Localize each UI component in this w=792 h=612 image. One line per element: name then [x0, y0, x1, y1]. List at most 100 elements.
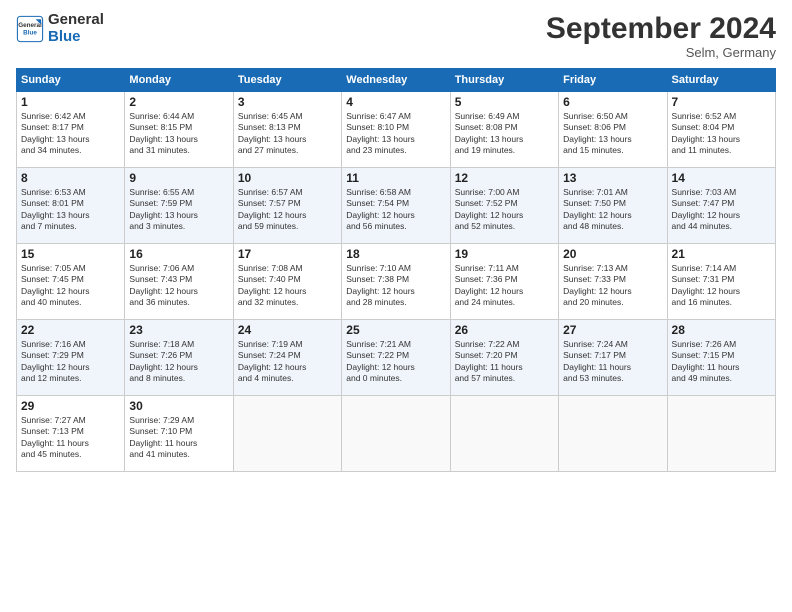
day-number: 28	[672, 323, 771, 337]
day-info: Sunrise: 6:53 AMSunset: 8:01 PMDaylight:…	[21, 187, 120, 233]
calendar-cell: 29 Sunrise: 7:27 AMSunset: 7:13 PMDayligh…	[17, 396, 125, 472]
day-number: 25	[346, 323, 445, 337]
calendar-cell: 8 Sunrise: 6:53 AMSunset: 8:01 PMDaylight…	[17, 168, 125, 244]
day-header-friday: Friday	[559, 69, 667, 92]
location: Selm, Germany	[546, 45, 776, 60]
calendar-cell: 12Sunrise: 7:00 AMSunset: 7:52 PMDayligh…	[450, 168, 558, 244]
day-info: Sunrise: 7:24 AMSunset: 7:17 PMDaylight:…	[563, 339, 662, 385]
day-number: 10	[238, 171, 337, 185]
day-info: Sunrise: 6:50 AMSunset: 8:06 PMDaylight:…	[563, 111, 662, 157]
calendar-cell: 1 Sunrise: 6:42 AMSunset: 8:17 PMDaylight…	[17, 92, 125, 168]
day-info: Sunrise: 6:44 AMSunset: 8:15 PMDaylight:…	[129, 111, 228, 157]
calendar-cell: 13 Sunrise: 7:01 AMSunset: 7:50 PMDayligh…	[559, 168, 667, 244]
day-number: 7	[672, 95, 771, 109]
calendar-cell: 21 Sunrise: 7:14 AMSunset: 7:31 PMDayligh…	[667, 244, 775, 320]
day-info: Sunrise: 7:18 AMSunset: 7:26 PMDaylight:…	[129, 339, 228, 385]
calendar-cell: 22Sunrise: 7:16 AMSunset: 7:29 PMDayligh…	[17, 320, 125, 396]
day-info: Sunrise: 6:45 AMSunset: 8:13 PMDaylight:…	[238, 111, 337, 157]
day-number: 11	[346, 171, 445, 185]
calendar-cell: 5 Sunrise: 6:49 AMSunset: 8:08 PMDaylight…	[450, 92, 558, 168]
day-info: Sunrise: 7:19 AMSunset: 7:24 PMDaylight:…	[238, 339, 337, 385]
day-number: 29	[21, 399, 120, 413]
day-number: 9	[129, 171, 228, 185]
calendar-cell: 26 Sunrise: 7:22 AMSunset: 7:20 PMDayligh…	[450, 320, 558, 396]
calendar-body: 1 Sunrise: 6:42 AMSunset: 8:17 PMDaylight…	[17, 92, 776, 472]
day-header-tuesday: Tuesday	[233, 69, 341, 92]
svg-text:General: General	[18, 21, 42, 28]
svg-text:Blue: Blue	[23, 29, 37, 36]
day-info: Sunrise: 7:03 AMSunset: 7:47 PMDaylight:…	[672, 187, 771, 233]
calendar-cell	[450, 396, 558, 472]
day-info: Sunrise: 7:05 AMSunset: 7:45 PMDaylight:…	[21, 263, 120, 309]
day-number: 5	[455, 95, 554, 109]
calendar-cell	[559, 396, 667, 472]
calendar-cell	[342, 396, 450, 472]
day-number: 15	[21, 247, 120, 261]
day-number: 4	[346, 95, 445, 109]
day-info: Sunrise: 6:58 AMSunset: 7:54 PMDaylight:…	[346, 187, 445, 233]
day-info: Sunrise: 7:26 AMSunset: 7:15 PMDaylight:…	[672, 339, 771, 385]
title-block: September 2024 Selm, Germany	[546, 12, 776, 60]
day-info: Sunrise: 7:01 AMSunset: 7:50 PMDaylight:…	[563, 187, 662, 233]
calendar-week-row: 29 Sunrise: 7:27 AMSunset: 7:13 PMDayligh…	[17, 396, 776, 472]
calendar-cell: 16Sunrise: 7:06 AMSunset: 7:43 PMDayligh…	[125, 244, 233, 320]
calendar-week-row: 22Sunrise: 7:16 AMSunset: 7:29 PMDayligh…	[17, 320, 776, 396]
day-number: 18	[346, 247, 445, 261]
calendar-cell: 17 Sunrise: 7:08 AMSunset: 7:40 PMDayligh…	[233, 244, 341, 320]
calendar-cell: 10 Sunrise: 6:57 AMSunset: 7:57 PMDayligh…	[233, 168, 341, 244]
calendar-cell	[667, 396, 775, 472]
calendar-cell: 14 Sunrise: 7:03 AMSunset: 7:47 PMDayligh…	[667, 168, 775, 244]
calendar-week-row: 15 Sunrise: 7:05 AMSunset: 7:45 PMDayligh…	[17, 244, 776, 320]
day-number: 27	[563, 323, 662, 337]
day-number: 22	[21, 323, 120, 337]
day-number: 13	[563, 171, 662, 185]
day-number: 12	[455, 171, 554, 185]
day-info: Sunrise: 7:08 AMSunset: 7:40 PMDaylight:…	[238, 263, 337, 309]
day-info: Sunrise: 7:06 AMSunset: 7:43 PMDaylight:…	[129, 263, 228, 309]
calendar-cell: 2Sunrise: 6:44 AMSunset: 8:15 PMDaylight…	[125, 92, 233, 168]
calendar-cell: 6Sunrise: 6:50 AMSunset: 8:06 PMDaylight…	[559, 92, 667, 168]
day-info: Sunrise: 7:10 AMSunset: 7:38 PMDaylight:…	[346, 263, 445, 309]
day-number: 17	[238, 247, 337, 261]
day-number: 21	[672, 247, 771, 261]
calendar-cell: 30Sunrise: 7:29 AMSunset: 7:10 PMDayligh…	[125, 396, 233, 472]
calendar-week-row: 8 Sunrise: 6:53 AMSunset: 8:01 PMDaylight…	[17, 168, 776, 244]
day-header-wednesday: Wednesday	[342, 69, 450, 92]
day-number: 1	[21, 95, 120, 109]
calendar-cell: 9Sunrise: 6:55 AMSunset: 7:59 PMDaylight…	[125, 168, 233, 244]
day-info: Sunrise: 6:49 AMSunset: 8:08 PMDaylight:…	[455, 111, 554, 157]
day-header-monday: Monday	[125, 69, 233, 92]
calendar-cell: 11 Sunrise: 6:58 AMSunset: 7:54 PMDayligh…	[342, 168, 450, 244]
day-info: Sunrise: 7:13 AMSunset: 7:33 PMDaylight:…	[563, 263, 662, 309]
day-info: Sunrise: 7:27 AMSunset: 7:13 PMDaylight:…	[21, 415, 120, 461]
day-info: Sunrise: 7:14 AMSunset: 7:31 PMDaylight:…	[672, 263, 771, 309]
calendar-cell: 27 Sunrise: 7:24 AMSunset: 7:17 PMDayligh…	[559, 320, 667, 396]
day-info: Sunrise: 7:22 AMSunset: 7:20 PMDaylight:…	[455, 339, 554, 385]
calendar-cell: 18 Sunrise: 7:10 AMSunset: 7:38 PMDayligh…	[342, 244, 450, 320]
day-number: 20	[563, 247, 662, 261]
calendar-cell	[233, 396, 341, 472]
calendar-cell: 28 Sunrise: 7:26 AMSunset: 7:15 PMDayligh…	[667, 320, 775, 396]
day-header-thursday: Thursday	[450, 69, 558, 92]
day-number: 14	[672, 171, 771, 185]
day-number: 26	[455, 323, 554, 337]
calendar-cell: 4Sunrise: 6:47 AMSunset: 8:10 PMDaylight…	[342, 92, 450, 168]
day-info: Sunrise: 6:42 AMSunset: 8:17 PMDaylight:…	[21, 111, 120, 157]
calendar-week-row: 1 Sunrise: 6:42 AMSunset: 8:17 PMDaylight…	[17, 92, 776, 168]
day-number: 8	[21, 171, 120, 185]
day-info: Sunrise: 6:57 AMSunset: 7:57 PMDaylight:…	[238, 187, 337, 233]
day-number: 24	[238, 323, 337, 337]
calendar-cell: 25Sunrise: 7:21 AMSunset: 7:22 PMDayligh…	[342, 320, 450, 396]
logo-blue-text: Blue	[48, 29, 104, 46]
day-info: Sunrise: 6:52 AMSunset: 8:04 PMDaylight:…	[672, 111, 771, 157]
logo-icon: General Blue	[16, 15, 44, 43]
day-header-sunday: Sunday	[17, 69, 125, 92]
calendar-cell: 19Sunrise: 7:11 AMSunset: 7:36 PMDayligh…	[450, 244, 558, 320]
logo: General Blue General Blue	[16, 12, 104, 45]
calendar-table: SundayMondayTuesdayWednesdayThursdayFrid…	[16, 68, 776, 472]
day-number: 3	[238, 95, 337, 109]
calendar-cell: 23Sunrise: 7:18 AMSunset: 7:26 PMDayligh…	[125, 320, 233, 396]
day-number: 30	[129, 399, 228, 413]
calendar-header-row: SundayMondayTuesdayWednesdayThursdayFrid…	[17, 69, 776, 92]
calendar-cell: 7 Sunrise: 6:52 AMSunset: 8:04 PMDaylight…	[667, 92, 775, 168]
